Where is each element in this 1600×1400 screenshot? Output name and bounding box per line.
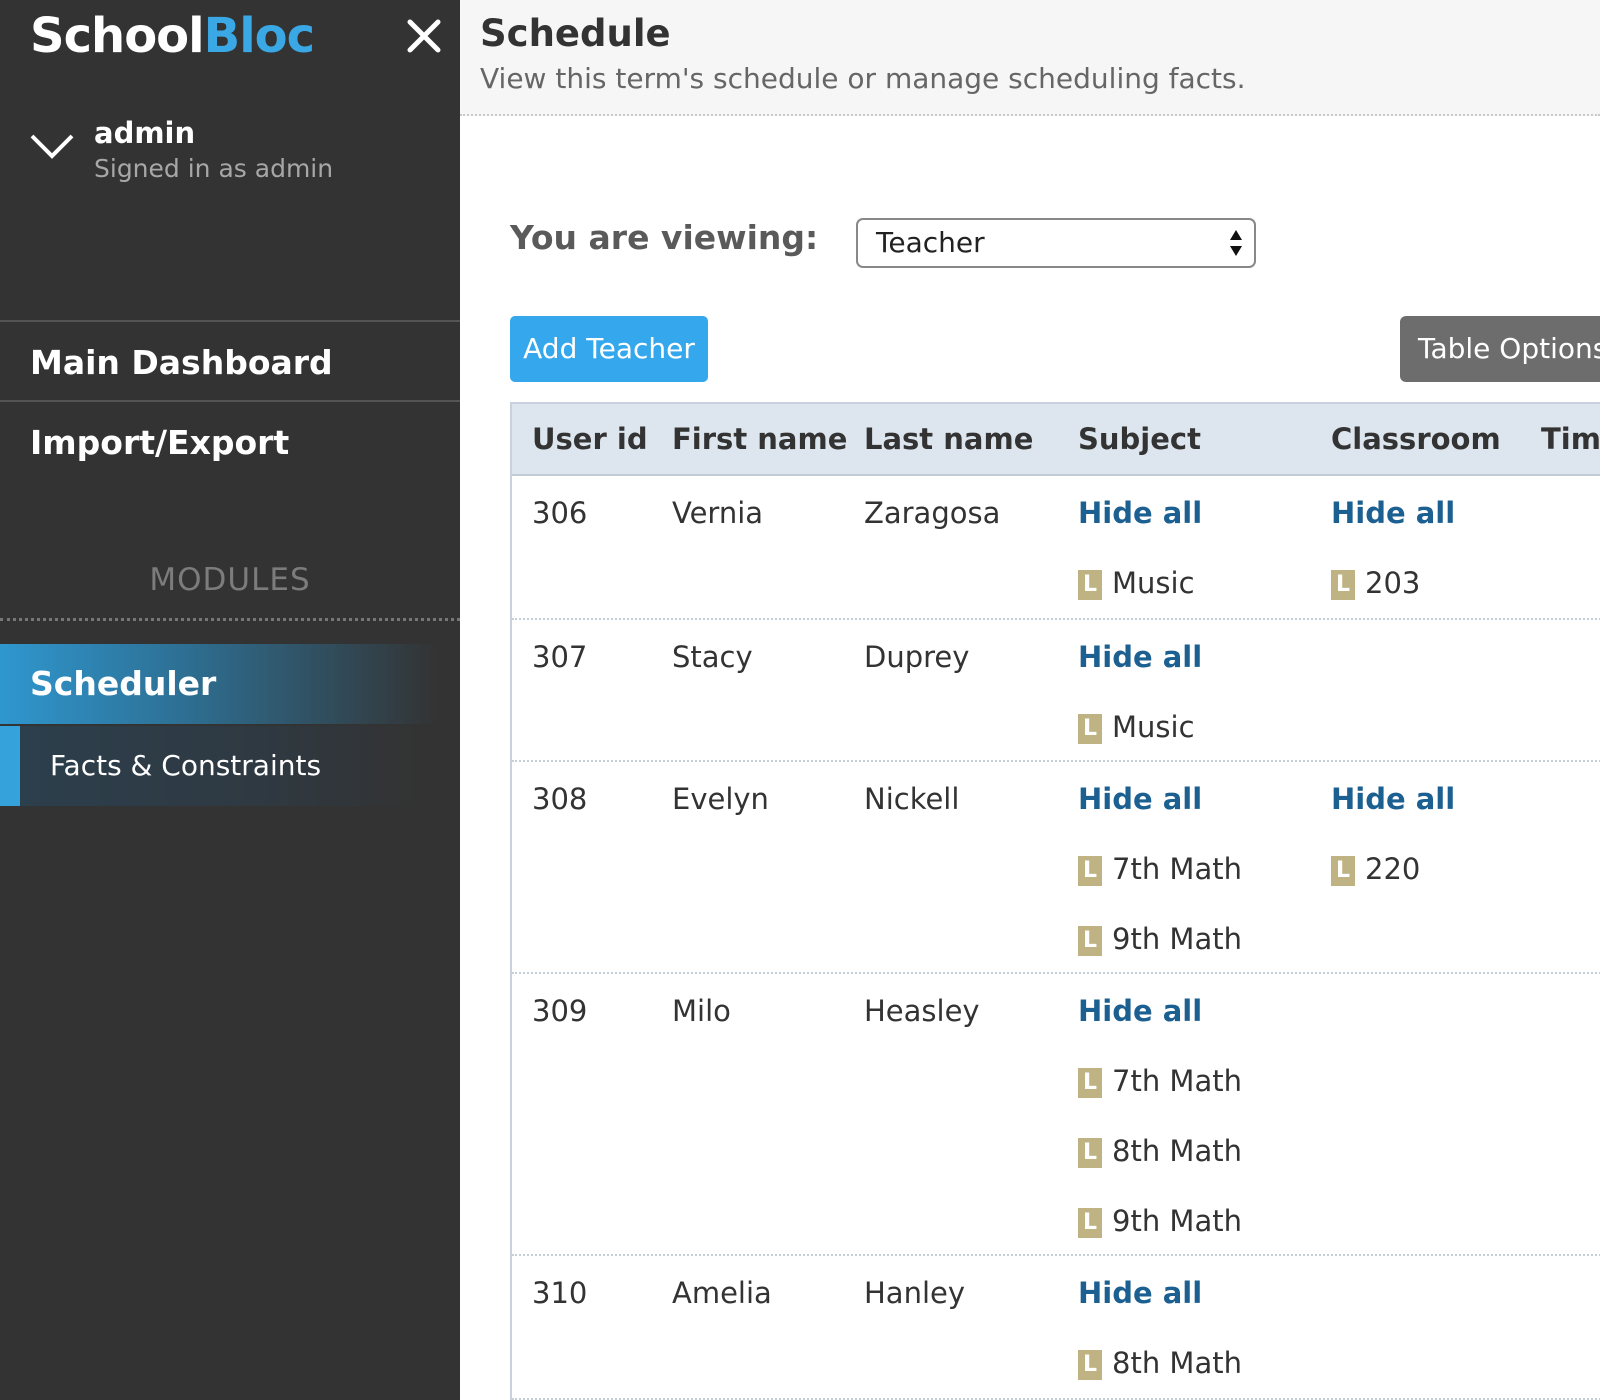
column-header[interactable]: Time — [1541, 422, 1600, 456]
table-row: 309 Milo Heasley Hide all L 7th Math L 8th… — [512, 974, 1600, 1256]
lock-badge-icon: L — [1078, 1068, 1102, 1098]
last-name-cell: Hanley — [864, 1276, 966, 1310]
user-id-cell: 308 — [532, 782, 588, 816]
nav-import-export[interactable]: Import/Export — [0, 402, 460, 484]
nav-facts-constraints[interactable]: Facts & Constraints — [0, 726, 420, 806]
table-row: 310 Amelia Hanley Hide all L 8th Math — [512, 1256, 1600, 1400]
column-header[interactable]: User id — [532, 422, 648, 456]
lock-badge-icon: L — [1331, 570, 1355, 600]
chevron-down-icon — [30, 134, 74, 159]
subject-hide-all-link[interactable]: Hide all — [1078, 782, 1202, 816]
user-id-cell: 306 — [532, 496, 588, 530]
user-id-cell: 307 — [532, 640, 588, 674]
subject-name: 8th Math — [1112, 1134, 1242, 1168]
subject-tag[interactable]: L Music — [1078, 566, 1195, 600]
lock-badge-icon: L — [1078, 1350, 1102, 1380]
table-options-button[interactable]: Table Options — [1400, 316, 1600, 382]
last-name-cell: Zaragosa — [864, 496, 1001, 530]
viewing-select[interactable]: Teacher — [856, 218, 1256, 268]
last-name-cell: Nickell — [864, 782, 960, 816]
sidebar: SchoolBloc admin Signed in as admin Main… — [0, 0, 460, 1400]
subject-tag[interactable]: L 7th Math — [1078, 1064, 1242, 1098]
divider — [0, 618, 460, 621]
subject-name: 7th Math — [1112, 852, 1242, 886]
last-name-cell: Duprey — [864, 640, 970, 674]
teacher-table: User id First name Last name Subject Cla… — [510, 402, 1600, 1400]
viewing-label: You are viewing: — [510, 218, 819, 257]
user-name: admin — [94, 116, 196, 150]
classroom-name: 220 — [1365, 852, 1421, 886]
subject-tag[interactable]: L 9th Math — [1078, 922, 1242, 956]
add-teacher-button[interactable]: Add Teacher — [510, 316, 708, 382]
classroom-tag[interactable]: L 220 — [1331, 852, 1420, 886]
subject-tag[interactable]: L 8th Math — [1078, 1134, 1242, 1168]
subject-hide-all-link[interactable]: Hide all — [1078, 1276, 1202, 1310]
close-sidebar-button[interactable] — [402, 14, 446, 58]
page-header: Schedule View this term's schedule or ma… — [460, 0, 1600, 116]
last-name-cell: Heasley — [864, 994, 980, 1028]
column-header[interactable]: Subject — [1078, 422, 1201, 456]
subject-name: Music — [1112, 710, 1195, 744]
first-name-cell: Vernia — [672, 496, 764, 530]
table-row: 307 Stacy Duprey Hide all L Music — [512, 620, 1600, 762]
lock-badge-icon: L — [1078, 856, 1102, 886]
lock-badge-icon: L — [1078, 714, 1102, 744]
subject-tag[interactable]: L 9th Math — [1078, 1204, 1242, 1238]
logo-text-school: School — [30, 8, 205, 64]
lock-badge-icon: L — [1078, 570, 1102, 600]
subject-tag[interactable]: L Music — [1078, 710, 1195, 744]
column-header[interactable]: First name — [672, 422, 847, 456]
subject-name: 8th Math — [1112, 1346, 1242, 1380]
first-name-cell: Amelia — [672, 1276, 772, 1310]
subject-hide-all-link[interactable]: Hide all — [1078, 994, 1202, 1028]
column-header[interactable]: Last name — [864, 422, 1033, 456]
logo[interactable]: SchoolBloc — [30, 8, 315, 64]
subject-name: 9th Math — [1112, 922, 1242, 956]
subject-name: 7th Math — [1112, 1064, 1242, 1098]
subject-tag[interactable]: L 7th Math — [1078, 852, 1242, 886]
table-row: 306 Vernia Zaragosa Hide all L Music Hide… — [512, 476, 1600, 620]
table-header: User id First name Last name Subject Cla… — [512, 402, 1600, 476]
first-name-cell: Milo — [672, 994, 731, 1028]
nav-main-dashboard[interactable]: Main Dashboard — [0, 320, 460, 402]
subject-name: Music — [1112, 566, 1195, 600]
subject-name: 9th Math — [1112, 1204, 1242, 1238]
modules-heading: MODULES — [149, 562, 311, 598]
subject-hide-all-link[interactable]: Hide all — [1078, 640, 1202, 674]
first-name-cell: Evelyn — [672, 782, 769, 816]
classroom-tag[interactable]: L 203 — [1331, 566, 1420, 600]
lock-badge-icon: L — [1078, 926, 1102, 956]
user-id-cell: 310 — [532, 1276, 588, 1310]
classroom-hide-all-link[interactable]: Hide all — [1331, 782, 1455, 816]
classroom-name: 203 — [1365, 566, 1421, 600]
select-arrows-icon — [1230, 230, 1242, 256]
column-header[interactable]: Classroom — [1331, 422, 1501, 456]
lock-badge-icon: L — [1078, 1208, 1102, 1238]
subject-tag[interactable]: L 8th Math — [1078, 1346, 1242, 1380]
subject-hide-all-link[interactable]: Hide all — [1078, 496, 1202, 530]
classroom-hide-all-link[interactable]: Hide all — [1331, 496, 1455, 530]
lock-badge-icon: L — [1078, 1138, 1102, 1168]
table-row: 308 Evelyn Nickell Hide all L 7th Math L9… — [512, 762, 1600, 974]
viewing-select-value: Teacher — [876, 226, 985, 259]
first-name-cell: Stacy — [672, 640, 753, 674]
close-icon — [407, 19, 441, 53]
page-subtitle: View this term's schedule or manage sche… — [480, 62, 1246, 95]
user-status: Signed in as admin — [94, 154, 334, 183]
nav-scheduler[interactable]: Scheduler — [0, 644, 460, 724]
user-id-cell: 309 — [532, 994, 588, 1028]
lock-badge-icon: L — [1331, 856, 1355, 886]
page-title: Schedule — [480, 12, 671, 55]
logo-text-bloc: Bloc — [203, 8, 315, 64]
